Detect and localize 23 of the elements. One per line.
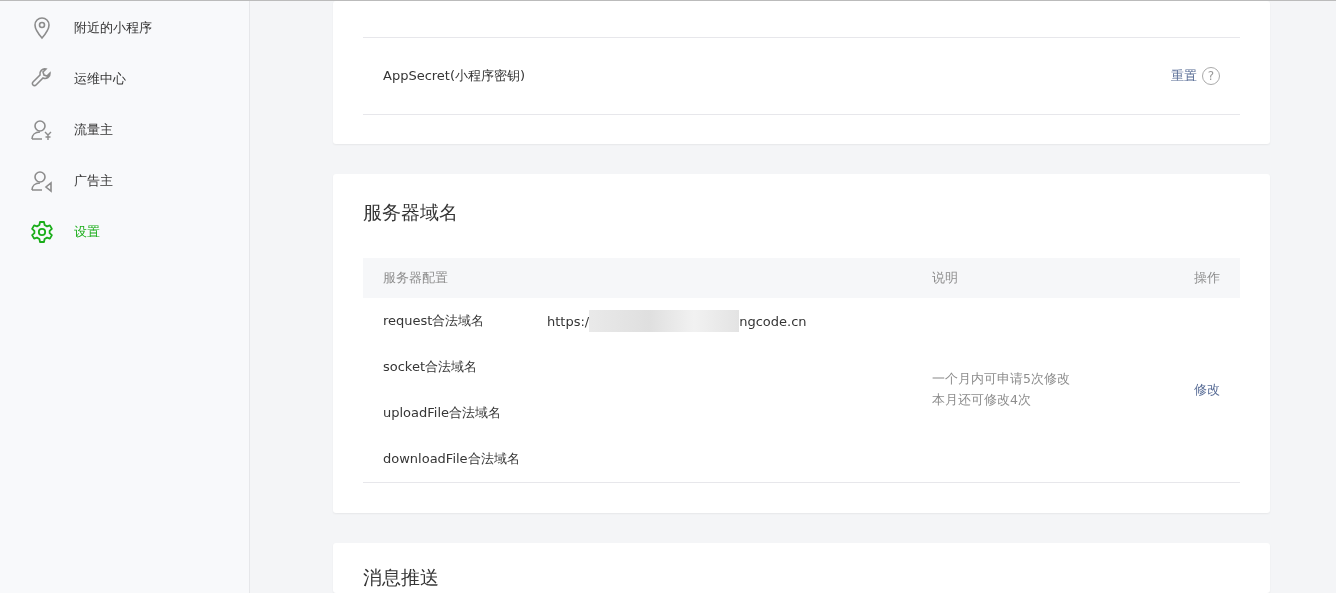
column-header: 操作 — [1194, 269, 1220, 287]
section-title: 服务器域名 — [363, 200, 459, 225]
user-flag-icon — [30, 168, 54, 193]
table-cell-text: downloadFile合法域名 — [383, 450, 521, 468]
reset-link[interactable]: 重置 — [1171, 67, 1197, 85]
table-cell-text: socket合法域名 — [383, 358, 479, 376]
domain-text: https:/ — [547, 313, 590, 329]
table-cell-text: request合法域名 — [383, 312, 486, 330]
section-title: 消息推送 — [363, 565, 440, 590]
domain-text: ngcode.cn — [739, 313, 807, 329]
sidebar-item[interactable]: 流量主 — [0, 104, 249, 155]
note-text: 本月还可修改4次 — [932, 392, 1032, 409]
note-text: 一个月内可申请5次修改 — [932, 371, 1071, 388]
user-yen-icon — [30, 117, 54, 142]
column-header: 说明 — [932, 269, 959, 287]
modify-link[interactable]: 修改 — [1194, 381, 1220, 399]
sidebar-item[interactable]: 运维中心 — [0, 53, 249, 104]
settings-icon — [30, 219, 54, 244]
column-header: 服务器配置 — [383, 269, 449, 287]
table-cell-text: uploadFile合法域名 — [383, 404, 503, 422]
sidebar-item[interactable]: 附近的小程序 — [0, 2, 249, 53]
field-label: AppSecret(小程序密钥) — [383, 67, 527, 85]
sidebar-item[interactable]: 广告主 — [0, 155, 249, 206]
